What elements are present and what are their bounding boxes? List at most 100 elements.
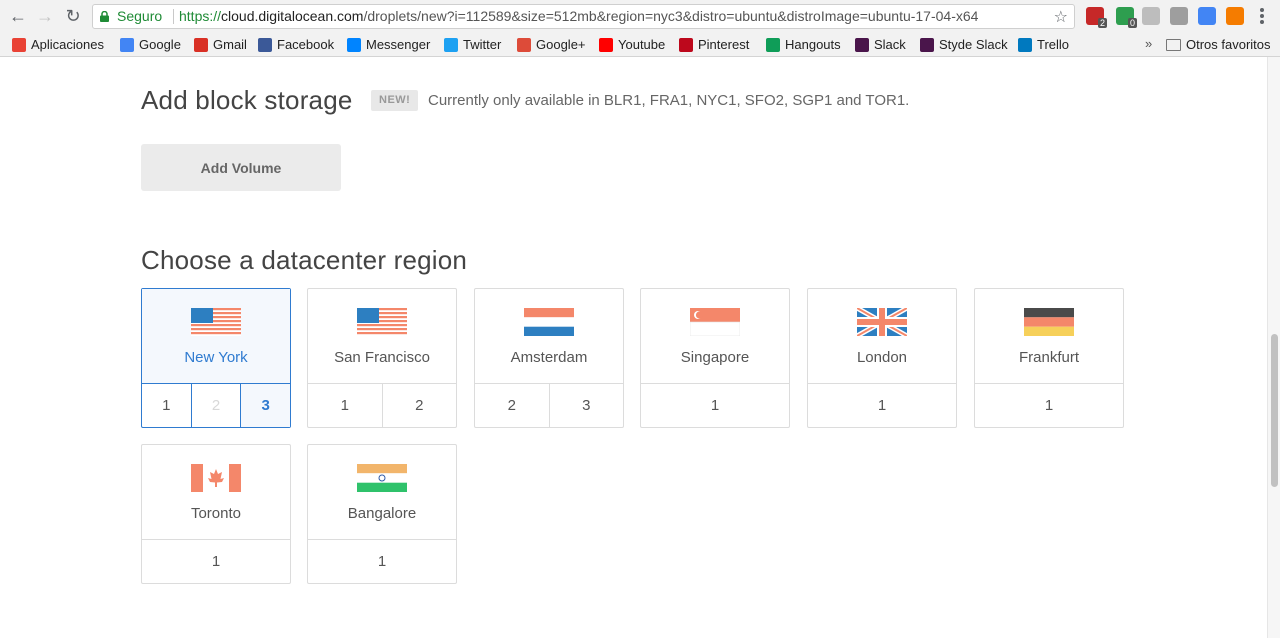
bookmark-facebook[interactable]: Facebook [258,36,334,53]
flag-us-icon [191,308,241,336]
bookmark-hangouts[interactable]: Hangouts [766,36,841,53]
region-option-amsterdam-2[interactable]: 2 [475,384,549,427]
region-card-header[interactable]: San Francisco [308,289,456,383]
url-host: cloud.digitalocean.com [221,8,364,24]
region-number-options: 1 [142,539,290,583]
bookmark-trello[interactable]: Trello [1018,36,1069,53]
slack-icon [920,37,934,52]
gmail-icon [194,37,208,52]
region-name: San Francisco [334,349,430,366]
region-card-header[interactable]: Frankfurt [975,289,1123,383]
reload-icon[interactable]: ↻ [63,6,83,26]
bookmark-messenger[interactable]: Messenger [347,36,430,53]
bookmark-styde-slack[interactable]: Styde Slack [920,36,1008,53]
region-number-options: 12 [308,383,456,427]
url-scheme: https:// [179,8,222,24]
bookmark-ext-icon[interactable] [1198,7,1216,25]
flag-ca-icon [191,464,241,492]
block-storage-availability: Currently only available in BLR1, FRA1, … [428,92,910,109]
bookmarks-bar: Aplicaciones Google Gmail Facebook Messenger… [0,32,1280,57]
adblock-icon[interactable]: 2 [1086,7,1107,28]
region-card-bangalore[interactable]: Bangalore 1 [307,444,457,584]
add-volume-button[interactable]: Add Volume [141,144,341,191]
extension-badge: 2 [1097,18,1107,28]
chrome-menu-icon[interactable] [1256,7,1268,25]
region-number-options: 1 [641,383,789,427]
region-name: Frankfurt [1018,349,1079,366]
other-bookmarks-folder[interactable]: Otros favoritos [1166,36,1271,53]
extension-green-icon[interactable]: 0 [1116,7,1137,28]
region-option-bangalore-1[interactable]: 1 [308,540,456,583]
bookmark-twitter[interactable]: Twitter [444,36,501,53]
region-option-toronto-1[interactable]: 1 [142,540,290,583]
region-number-options: 1 [808,383,956,427]
region-option-frankfurt-1[interactable]: 1 [975,384,1123,427]
bookmark-google[interactable]: Google+ [517,36,586,53]
bookmark-youtube[interactable]: Youtube [599,36,665,53]
other-bookmarks-label: Otros favoritos [1186,37,1271,52]
youtube-icon [599,37,613,52]
region-option-london-1[interactable]: 1 [808,384,956,427]
flag-us-icon [357,308,407,336]
omnibox-separator [173,9,174,24]
flag-in-icon [357,464,407,492]
bookmark-label: Messenger [366,37,431,52]
address-bar[interactable]: Seguro https://cloud.digitalocean.com/dr… [92,4,1075,29]
page-content: Add block storage NEW! Currently only av… [0,57,1267,638]
block-storage-title: Add block storage [141,85,353,115]
region-option-amsterdam-3[interactable]: 3 [548,384,624,427]
region-card-header[interactable]: Singapore [641,289,789,383]
region-card-header[interactable]: Toronto [142,445,290,539]
region-card-london[interactable]: London 1 [807,288,957,428]
back-arrow-icon[interactable]: ← [8,6,28,26]
bookmark-star-icon[interactable]: ☆ [1054,6,1068,28]
drive-icon[interactable] [1142,7,1160,25]
region-card-new-york[interactable]: New York 1 2 3 [141,288,291,428]
region-name: London [856,349,908,366]
region-number-options: 1 [308,539,456,583]
messenger-icon [347,37,361,52]
bookmark-label: Pinterest [698,37,750,52]
region-card-frankfurt[interactable]: Frankfurt 1 [974,288,1124,428]
flag-uk-icon [857,308,907,336]
region-name: Singapore [680,349,750,366]
region-card-singapore[interactable]: Singapore 1 [640,288,790,428]
region-option-new-york-3[interactable]: 3 [240,384,291,427]
forward-arrow-icon[interactable]: → [35,6,55,26]
region-card-amsterdam[interactable]: Amsterdam 2 3 [474,288,624,428]
bookmark-pinterest[interactable]: Pinterest [679,36,749,53]
region-number-options: 23 [475,383,623,427]
slack-icon [855,37,869,52]
bookmark-label: Facebook [277,37,335,52]
url-path: /droplets/new?i=112589&size=512mb&region… [363,8,979,24]
region-number-options: 123 [142,383,291,427]
flag-de-icon [1024,308,1074,336]
region-option-new-york-1[interactable]: 1 [142,384,191,427]
bookmark-label: Styde Slack [939,37,1008,52]
scrollbar-thumb[interactable] [1271,334,1278,487]
folder-icon [1166,38,1181,51]
bookmark-slack[interactable]: Slack [855,36,906,53]
bookmark-gmail[interactable]: Gmail [194,36,247,53]
region-option-new-york-2: 2 [190,384,241,427]
bookmark-label: Twitter [463,37,502,52]
region-card-header[interactable]: London [808,289,956,383]
bookmark-google[interactable]: Google [120,36,181,53]
bookmarks-overflow-chevron[interactable]: » [1145,36,1152,51]
region-card-header[interactable]: Bangalore [308,445,456,539]
bookmark-label: Youtube [618,37,666,52]
region-card-toronto[interactable]: Toronto 1 [141,444,291,584]
hangouts-orange-icon[interactable] [1226,7,1244,25]
bookmark-aplicaciones[interactable]: Aplicaciones [12,36,104,53]
url-text[interactable]: https://cloud.digitalocean.com/droplets/… [179,5,978,28]
page-scrollbar[interactable] [1267,57,1280,638]
camera-icon[interactable] [1170,7,1188,25]
bookmark-label: Aplicaciones [31,37,104,52]
region-card-header[interactable]: New York [142,289,290,383]
twitter-icon [444,37,458,52]
region-card-header[interactable]: Amsterdam [475,289,623,383]
region-option-singapore-1[interactable]: 1 [641,384,789,427]
region-card-san-francisco[interactable]: San Francisco 1 2 [307,288,457,428]
region-option-san-francisco-2[interactable]: 2 [381,384,457,427]
region-option-san-francisco-1[interactable]: 1 [308,384,382,427]
